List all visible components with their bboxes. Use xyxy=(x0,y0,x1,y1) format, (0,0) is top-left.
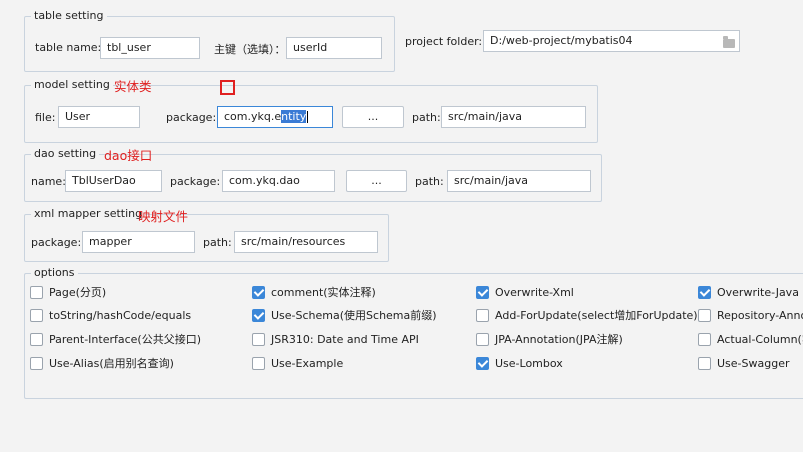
table-name-label: table name: xyxy=(35,41,102,54)
option-item[interactable]: Use-Lombox xyxy=(476,356,563,371)
option-item[interactable]: Use-Alias(启用别名查询) xyxy=(30,356,174,371)
text-caret xyxy=(307,111,309,123)
project-folder-label: project folder: xyxy=(405,35,483,48)
option-checkbox[interactable] xyxy=(698,308,711,322)
option-label: Actual-Column(实 xyxy=(717,333,803,346)
option-item[interactable]: Use-Swagger xyxy=(698,356,790,371)
folder-icon[interactable] xyxy=(723,36,735,48)
project-folder-input[interactable]: D:/web-project/mybatis04 xyxy=(483,30,740,52)
model-package-browse-button[interactable]: ... xyxy=(342,106,404,128)
option-checkbox[interactable] xyxy=(30,308,43,322)
option-checkbox[interactable] xyxy=(698,332,711,346)
primary-key-input[interactable]: userId xyxy=(286,37,382,59)
option-item[interactable]: Repository-Anno xyxy=(698,308,803,323)
model-setting-legend: model setting xyxy=(31,78,113,91)
model-setting-group: model setting file: User package: com.yk… xyxy=(24,78,598,143)
option-label: Use-Alias(启用别名查询) xyxy=(49,357,174,370)
option-checkbox[interactable] xyxy=(698,285,711,299)
option-label: Use-Example xyxy=(271,357,344,370)
option-checkbox[interactable] xyxy=(476,332,489,346)
model-file-label: file: xyxy=(35,111,56,124)
option-checkbox[interactable] xyxy=(252,285,265,299)
option-checkbox[interactable] xyxy=(476,308,489,322)
option-label: Use-Lombox xyxy=(495,357,563,370)
option-label: Repository-Anno xyxy=(717,309,803,322)
xml-setting-legend: xml mapper setting xyxy=(31,207,146,220)
option-item[interactable]: JSR310: Date and Time API xyxy=(252,332,419,347)
option-item[interactable]: Add-ForUpdate(select增加ForUpdate) xyxy=(476,308,698,323)
dao-setting-legend: dao setting xyxy=(31,147,100,160)
option-checkbox[interactable] xyxy=(30,356,43,370)
table-setting-legend: table setting xyxy=(31,9,107,22)
model-path-label: path: xyxy=(412,111,441,124)
options-legend: options xyxy=(31,266,78,279)
option-item[interactable]: Parent-Interface(公共父接口) xyxy=(30,332,202,347)
dao-path-input[interactable]: src/main/java xyxy=(447,170,591,192)
table-name-input[interactable]: tbl_user xyxy=(100,37,200,59)
option-item[interactable]: toString/hashCode/equals xyxy=(30,308,192,323)
option-label: Use-Swagger xyxy=(717,357,790,370)
model-path-input[interactable]: src/main/java xyxy=(441,106,586,128)
model-package-selection: ntity xyxy=(281,110,307,123)
option-checkbox[interactable] xyxy=(476,356,489,370)
option-item[interactable]: Use-Example xyxy=(252,356,344,371)
dao-annotation: dao接口 xyxy=(104,148,153,163)
model-annotation: 实体类 xyxy=(114,79,152,94)
primary-key-label: 主键（选填）： xyxy=(214,43,286,56)
option-label: JPA-Annotation(JPA注解) xyxy=(495,333,623,346)
option-item[interactable]: Page(分页) xyxy=(30,285,107,300)
option-label: comment(实体注释) xyxy=(271,286,376,299)
option-label: Parent-Interface(公共父接口) xyxy=(49,333,202,346)
xml-package-input[interactable]: mapper xyxy=(82,231,195,253)
dao-package-label: package: xyxy=(170,175,221,188)
option-checkbox[interactable] xyxy=(476,285,489,299)
option-item[interactable]: JPA-Annotation(JPA注解) xyxy=(476,332,623,347)
option-item[interactable]: Overwrite-Xml xyxy=(476,285,574,300)
xml-annotation: 映射文件 xyxy=(138,209,189,224)
option-checkbox[interactable] xyxy=(252,356,265,370)
table-setting-group: table setting table name: tbl_user 主键（选填… xyxy=(24,9,395,72)
option-label: Overwrite-Xml xyxy=(495,286,574,299)
dao-package-input[interactable]: com.ykq.dao xyxy=(222,170,335,192)
option-label: JSR310: Date and Time API xyxy=(271,333,419,346)
xml-package-label: package: xyxy=(31,236,82,249)
dao-package-browse-button[interactable]: ... xyxy=(346,170,407,192)
option-checkbox[interactable] xyxy=(30,285,43,299)
option-item[interactable]: Actual-Column(实 xyxy=(698,332,803,347)
dao-name-label: name: xyxy=(31,175,66,188)
option-label: Overwrite-Java xyxy=(717,286,799,299)
model-package-input[interactable]: com.ykq.entity xyxy=(217,106,333,128)
option-label: Add-ForUpdate(select增加ForUpdate) xyxy=(495,309,698,322)
model-package-label: package: xyxy=(166,111,217,124)
option-checkbox[interactable] xyxy=(252,308,265,322)
option-label: toString/hashCode/equals xyxy=(49,309,192,322)
option-item[interactable]: Use-Schema(使用Schema前缀) xyxy=(252,308,437,323)
xml-path-input[interactable]: src/main/resources xyxy=(234,231,378,253)
model-file-input[interactable]: User xyxy=(58,106,140,128)
xml-setting-group: xml mapper setting package: mapper path:… xyxy=(24,207,389,262)
option-label: Use-Schema(使用Schema前缀) xyxy=(271,309,437,322)
project-folder-value: D:/web-project/mybatis04 xyxy=(490,34,633,47)
dao-name-input[interactable]: TblUserDao xyxy=(65,170,162,192)
option-item[interactable]: Overwrite-Java xyxy=(698,285,799,300)
option-checkbox[interactable] xyxy=(698,356,711,370)
model-package-text: com.ykq.e xyxy=(224,110,282,123)
option-item[interactable]: comment(实体注释) xyxy=(252,285,376,300)
dao-path-label: path: xyxy=(415,175,444,188)
xml-path-label: path: xyxy=(203,236,232,249)
option-checkbox[interactable] xyxy=(252,332,265,346)
red-box-mark xyxy=(220,80,235,95)
option-label: Page(分页) xyxy=(49,286,107,299)
option-checkbox[interactable] xyxy=(30,332,43,346)
